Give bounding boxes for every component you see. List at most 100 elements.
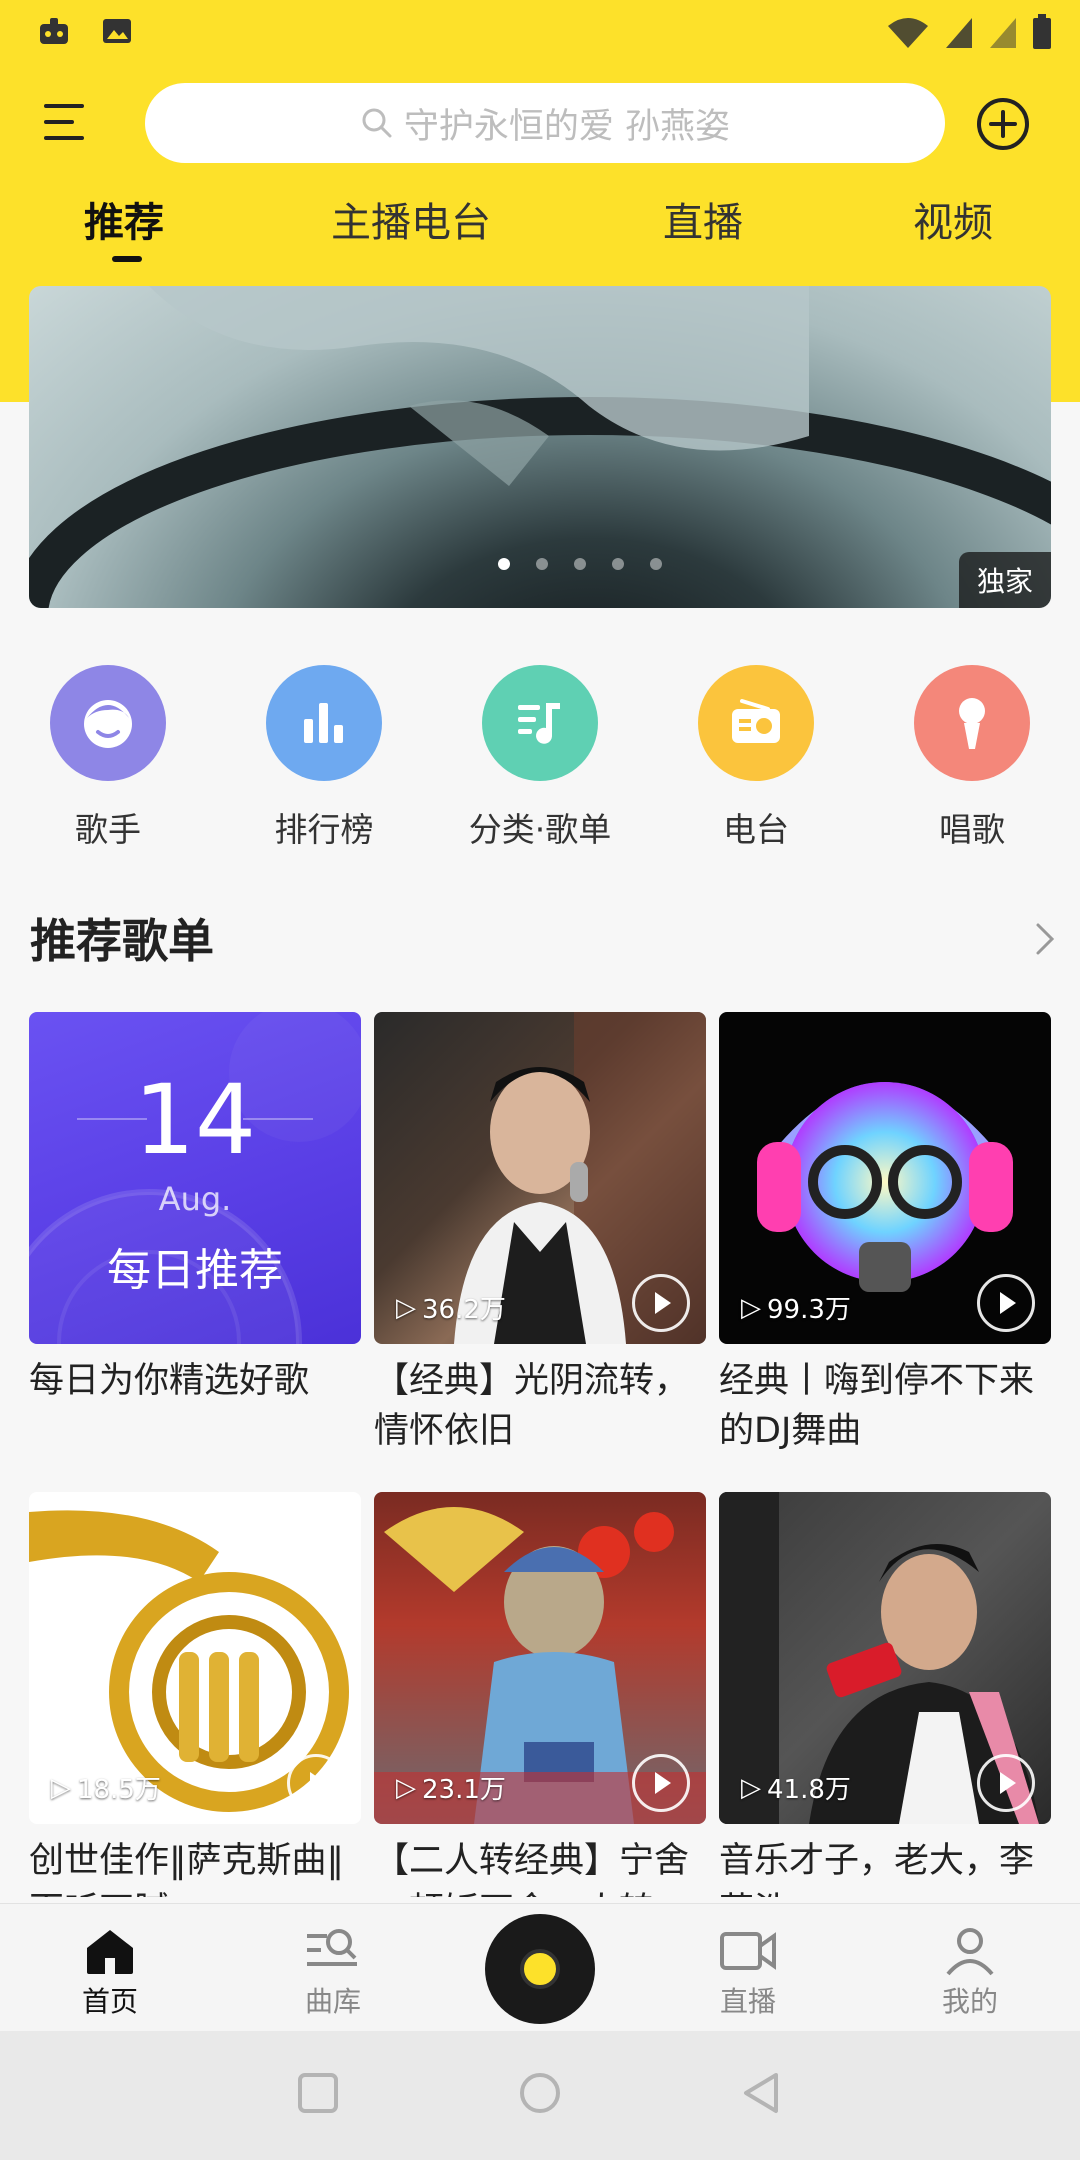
play-count: ▷ 99.3万	[741, 1289, 851, 1326]
bottom-navigation: 首页 曲库 直播 我的	[0, 1903, 1080, 2031]
quick-item-chart[interactable]: 排行榜	[224, 665, 424, 851]
vinyl-disc-icon	[520, 1949, 560, 1989]
active-tab-indicator	[112, 256, 142, 262]
nav-label: 我的	[941, 1985, 998, 2018]
menu-button[interactable]	[40, 100, 96, 146]
quick-label: 唱歌	[939, 810, 1005, 849]
play-button[interactable]	[632, 1754, 690, 1812]
signal-icon	[946, 18, 972, 48]
card-title: 【二人转经典】宁舍一顿饭不舍二人转	[374, 1841, 690, 1897]
system-navigation-bar	[0, 2031, 1080, 2160]
card-title: 创世佳作‖萨克斯曲‖百听不腻	[29, 1841, 345, 1897]
recommend-playlists-header: 推荐歌单	[30, 905, 1060, 975]
nav-home[interactable]: 首页	[30, 1926, 190, 2020]
play-count: ▷ 41.8万	[741, 1769, 851, 1806]
add-button[interactable]	[976, 97, 1030, 151]
section-title: 推荐歌单	[30, 914, 214, 968]
quick-label: 分类·歌单	[468, 810, 612, 849]
top-tabs: 推荐 主播电台 直播 视频	[0, 190, 1080, 270]
banner-dot[interactable]	[498, 558, 510, 570]
play-icon	[310, 1772, 326, 1794]
play-count-triangle-icon: ▷	[741, 1292, 761, 1323]
quick-item-radio[interactable]: 电台	[656, 665, 856, 851]
playlist-icon	[482, 665, 598, 781]
playlist-grid: 14 Aug. 每日推荐 每日为你精选好歌 ▷ 36.2万 【经典】光阴流转，情怀…	[0, 1012, 1080, 1897]
play-icon	[655, 1772, 671, 1794]
exclusive-badge: 独家	[958, 552, 1051, 608]
home-circle-icon[interactable]	[518, 2071, 562, 2115]
microphone-icon	[914, 665, 1030, 781]
search-icon	[362, 108, 392, 138]
tab-live[interactable]: 直播	[663, 190, 743, 248]
play-button[interactable]	[977, 1754, 1035, 1812]
game-notification-icon	[40, 18, 68, 44]
banner-carousel[interactable]: 独家	[29, 286, 1051, 608]
playlist-cover: ▷ 36.2万	[374, 1012, 706, 1344]
daily-month: Aug.	[158, 1180, 232, 1218]
quick-label: 歌手	[75, 810, 141, 849]
quick-entries: 歌手 排行榜 分类·歌单 电台 唱歌	[0, 665, 1080, 849]
nav-label: 曲库	[304, 1985, 361, 2018]
daily-recommend-cover: 14 Aug. 每日推荐	[29, 1012, 361, 1344]
banner-dot[interactable]	[574, 558, 586, 570]
play-count: ▷ 18.5万	[51, 1769, 161, 1806]
card-title: 【经典】光阴流转，情怀依旧	[374, 1361, 690, 1451]
nav-live[interactable]: 直播	[668, 1926, 828, 2020]
search-input[interactable]: 守护永恒的爱 孙燕姿	[145, 83, 945, 163]
play-count-triangle-icon: ▷	[741, 1772, 761, 1803]
chart-icon	[266, 665, 382, 781]
daily-label: 每日推荐	[107, 1245, 283, 1296]
playlist-cover: ▷ 99.3万	[719, 1012, 1051, 1344]
playlist-card[interactable]: ▷41.8万 音乐才子，老大，李荣浩	[719, 1492, 1051, 1897]
playlist-cover: ▷ 23.1万	[374, 1492, 706, 1824]
tab-video[interactable]: 视频	[913, 190, 993, 248]
play-count-value: 23.1万	[422, 1775, 506, 1805]
playlist-card[interactable]: ▷ 36.2万 【经典】光阴流转，情怀依旧	[374, 1012, 706, 1456]
play-count-value: 18.5万	[77, 1775, 161, 1805]
quick-label: 电台	[723, 810, 789, 849]
chevron-right-icon[interactable]	[1030, 919, 1060, 959]
playlist-card[interactable]: ▷23.1万 【二人转经典】宁舍一顿饭不舍二人转	[374, 1492, 706, 1897]
wifi-icon	[888, 18, 928, 48]
play-count-value: 41.8万	[767, 1775, 851, 1805]
play-button[interactable]	[977, 1274, 1035, 1332]
banner-dot[interactable]	[650, 558, 662, 570]
top-header: 守护永恒的爱 孙燕姿	[0, 78, 1080, 168]
banner-dot[interactable]	[612, 558, 624, 570]
video-camera-icon	[720, 1932, 776, 1970]
playlist-card[interactable]: ▷18.5万 创世佳作‖萨克斯曲‖百听不腻	[29, 1492, 361, 1897]
now-playing-disc-button[interactable]	[485, 1914, 595, 2024]
tab-anchor-radio[interactable]: 主播电台	[331, 190, 491, 248]
recents-square-icon[interactable]	[296, 2071, 340, 2115]
nav-library[interactable]: 曲库	[253, 1926, 413, 2020]
singer-icon	[50, 665, 166, 781]
banner-pagination	[29, 558, 1051, 570]
hamburger-icon	[44, 104, 84, 140]
plus-circle-icon	[977, 98, 1029, 150]
back-triangle-icon[interactable]	[740, 2071, 784, 2115]
tab-recommend[interactable]: 推荐	[84, 190, 164, 248]
quick-item-singer[interactable]: 歌手	[8, 665, 208, 851]
play-button[interactable]	[632, 1274, 690, 1332]
status-bar	[0, 0, 1080, 62]
search-placeholder: 守护永恒的爱 孙燕姿	[403, 106, 731, 147]
image-notification-icon	[103, 19, 131, 43]
play-button[interactable]	[287, 1754, 345, 1812]
home-icon	[87, 1930, 133, 1974]
card-title: 每日为你精选好歌	[29, 1361, 310, 1401]
play-icon	[655, 1292, 671, 1314]
banner-dot[interactable]	[536, 558, 548, 570]
daily-recommend-card[interactable]: 14 Aug. 每日推荐 每日为你精选好歌	[29, 1012, 361, 1456]
quick-item-sing[interactable]: 唱歌	[872, 665, 1072, 851]
battery-icon	[1033, 14, 1051, 49]
playlist-cover: ▷ 18.5万	[29, 1492, 361, 1824]
daily-day: 14	[133, 1064, 257, 1176]
playlist-card[interactable]: ▷ 99.3万 经典丨嗨到停不下来的DJ舞曲	[719, 1012, 1051, 1456]
quick-item-playlist[interactable]: 分类·歌单	[440, 665, 640, 851]
play-icon	[1000, 1292, 1016, 1314]
playlist-cover: ▷ 41.8万	[719, 1492, 1051, 1824]
nav-me[interactable]: 我的	[890, 1926, 1050, 2020]
signal-icon-2	[990, 18, 1016, 48]
quick-label: 排行榜	[274, 810, 374, 849]
play-count: ▷ 36.2万	[396, 1289, 506, 1326]
